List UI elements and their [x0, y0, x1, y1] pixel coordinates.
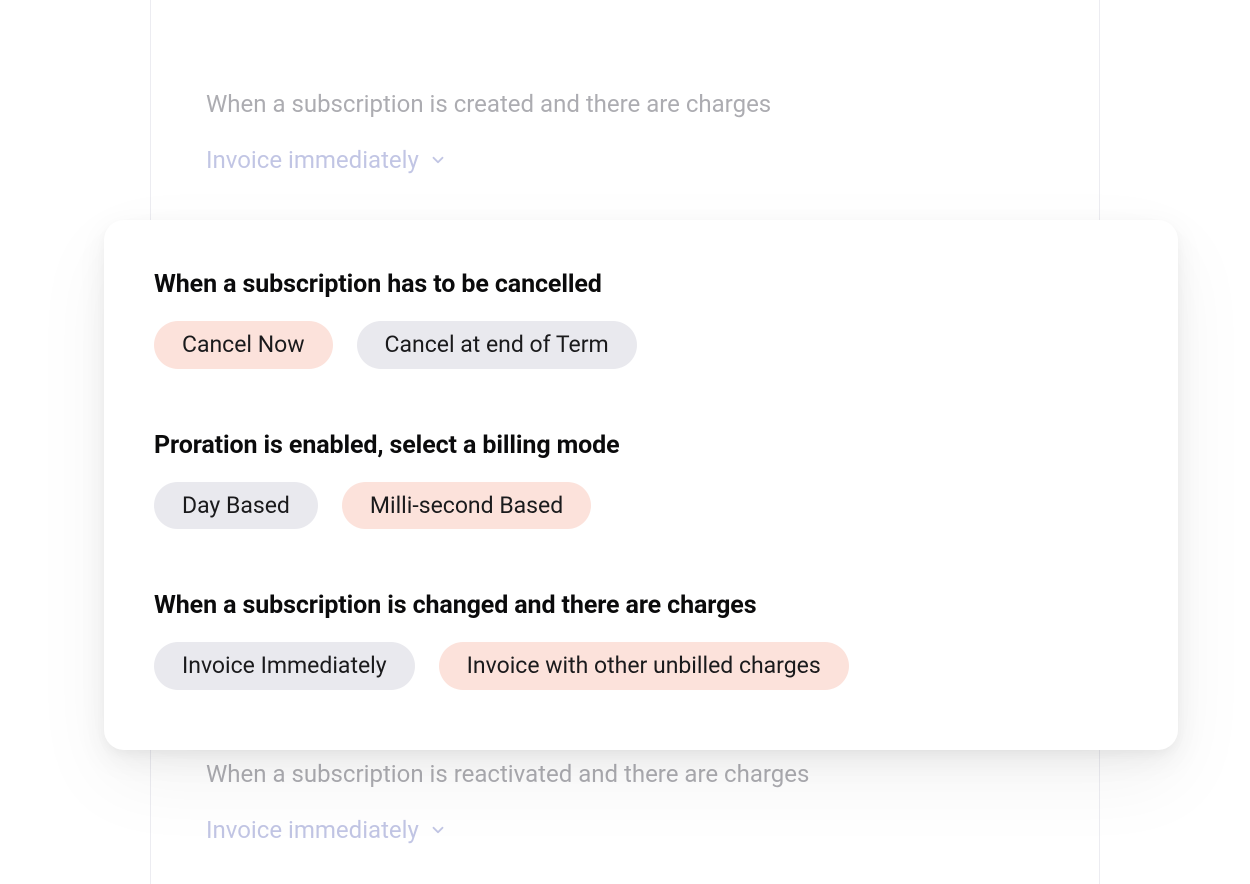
bg-setting-label: When a subscription is created and there… — [206, 90, 1044, 118]
bg-setting-dropdown[interactable]: Invoice immediately — [206, 816, 447, 844]
chevron-down-icon — [429, 151, 447, 169]
option-invoice-immediately[interactable]: Invoice Immediately — [154, 642, 415, 690]
bg-dropdown-label: Invoice immediately — [206, 146, 419, 174]
option-cancel-end-of-term[interactable]: Cancel at end of Term — [357, 321, 637, 369]
chevron-down-icon — [429, 821, 447, 839]
bg-setting-label: When a subscription is reactivated and t… — [206, 760, 1044, 788]
option-day-based[interactable]: Day Based — [154, 482, 318, 530]
option-millisecond-based[interactable]: Milli-second Based — [342, 482, 591, 530]
section-changed: When a subscription is changed and there… — [154, 591, 1128, 690]
section-proration: Proration is enabled, select a billing m… — [154, 431, 1128, 530]
section-heading: When a subscription is changed and there… — [154, 591, 1128, 620]
chip-group: Cancel Now Cancel at end of Term — [154, 321, 1128, 369]
chip-group: Day Based Milli-second Based — [154, 482, 1128, 530]
option-cancel-now[interactable]: Cancel Now — [154, 321, 333, 369]
bg-dropdown-label: Invoice immediately — [206, 816, 419, 844]
section-heading: Proration is enabled, select a billing m… — [154, 431, 1128, 460]
bg-setting-created: When a subscription is created and there… — [151, 90, 1099, 174]
bg-setting-dropdown[interactable]: Invoice immediately — [206, 146, 447, 174]
section-cancel: When a subscription has to be cancelled … — [154, 270, 1128, 369]
section-heading: When a subscription has to be cancelled — [154, 270, 1128, 299]
bg-setting-reactivated: When a subscription is reactivated and t… — [151, 760, 1099, 844]
option-invoice-with-unbilled[interactable]: Invoice with other unbilled charges — [439, 642, 849, 690]
chip-group: Invoice Immediately Invoice with other u… — [154, 642, 1128, 690]
settings-card: When a subscription has to be cancelled … — [104, 220, 1178, 750]
